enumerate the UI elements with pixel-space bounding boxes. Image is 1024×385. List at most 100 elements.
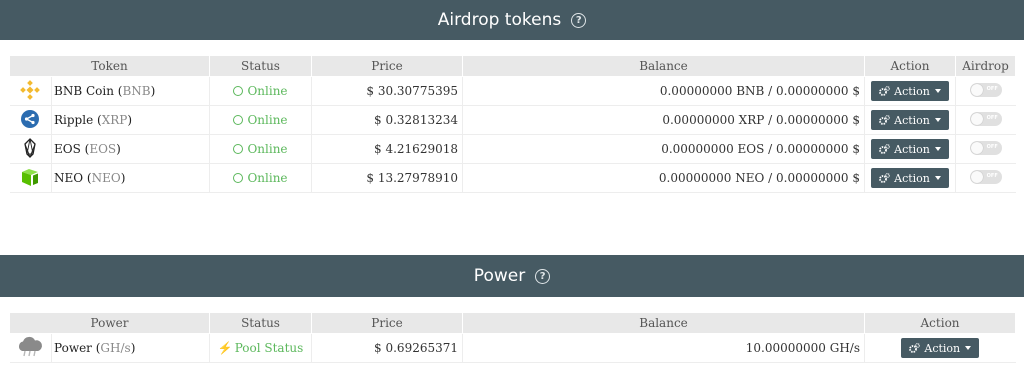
cogs-icon	[879, 115, 891, 125]
column-header-action: Action	[864, 312, 1017, 334]
status-text: Online	[247, 84, 288, 98]
power-name-cell: Power (GH/s)	[51, 333, 211, 363]
airdrop-tokens-table: Token Status Price Balance Action Airdro…	[9, 55, 1016, 193]
cogs-icon	[879, 173, 891, 183]
power-header: Power ?	[0, 255, 1024, 297]
balance-value: 0.00000000 EOS / 0.00000000 $	[462, 134, 865, 164]
token-symbol: EOS	[89, 142, 117, 156]
status-cell: Online	[209, 163, 312, 193]
action-button[interactable]: Action	[871, 110, 949, 130]
online-circle-icon	[233, 86, 244, 96]
toggle-label: OFF	[986, 143, 998, 150]
status-text: Online	[247, 113, 288, 127]
action-button[interactable]: Action	[901, 338, 980, 358]
power-unit: GH/s	[100, 341, 131, 355]
status-cell: Online	[209, 105, 312, 135]
column-header-price: Price	[311, 312, 464, 334]
price-value: $ 0.69265371	[311, 333, 464, 363]
table-header-row: Power Status Price Balance Action	[8, 312, 1017, 334]
toggle-label: OFF	[986, 172, 998, 179]
help-icon[interactable]: ?	[571, 12, 587, 28]
action-button-label: Action	[924, 341, 961, 355]
token-name-cell: BNB Coin (BNB)	[51, 76, 210, 106]
caret-down-icon	[934, 89, 941, 93]
bolt-icon: ⚡	[217, 341, 233, 355]
column-header-airdrop: Airdrop	[955, 55, 1016, 77]
status-cell: Online	[209, 134, 312, 164]
airdrop-toggle[interactable]: OFF	[969, 169, 1002, 184]
token-name-cell: Ripple (XRP)	[51, 105, 210, 135]
airdrop-tokens-title: Airdrop tokens	[437, 10, 562, 30]
column-header-power: Power	[8, 312, 211, 334]
help-icon[interactable]: ?	[535, 268, 551, 284]
column-header-action: Action	[864, 55, 956, 77]
caret-down-icon	[965, 346, 972, 350]
caret-down-icon	[934, 176, 941, 180]
status-text: Online	[247, 171, 288, 185]
toggle-knob	[970, 170, 983, 183]
table-row: NEO (NEO) Online $ 13.27978910 0.0000000…	[9, 163, 1016, 193]
binance-coin-icon	[20, 79, 41, 103]
token-name: Ripple	[54, 113, 94, 127]
action-button[interactable]: Action	[871, 139, 949, 159]
power-name: Power	[54, 341, 92, 355]
cogs-icon	[879, 144, 891, 154]
balance-value: 0.00000000 XRP / 0.00000000 $	[462, 105, 865, 135]
pool-status-text: Pool Status	[234, 341, 304, 355]
toggle-label: OFF	[986, 114, 998, 121]
power-table: Power Status Price Balance Action Power …	[8, 312, 1017, 363]
caret-down-icon	[934, 147, 941, 151]
price-value: $ 13.27978910	[311, 163, 463, 193]
balance-value: 10.00000000 GH/s	[462, 333, 866, 363]
airdrop-toggle[interactable]: OFF	[969, 82, 1002, 97]
toggle-knob	[970, 141, 983, 154]
action-button-label: Action	[894, 84, 930, 98]
token-name-cell: NEO (NEO)	[51, 163, 210, 193]
cogs-icon	[909, 343, 921, 353]
action-button[interactable]: Action	[871, 81, 949, 101]
balance-value: 0.00000000 NEO / 0.00000000 $	[462, 163, 865, 193]
table-header-row: Token Status Price Balance Action Airdro…	[9, 55, 1016, 77]
cloud-icon	[16, 336, 44, 361]
token-name: BNB Coin	[54, 84, 114, 98]
column-header-token: Token	[9, 55, 210, 77]
price-value: $ 4.21629018	[311, 134, 463, 164]
cogs-icon	[879, 86, 891, 96]
status-cell: Online	[209, 76, 312, 106]
token-symbol: BNB	[122, 84, 151, 98]
online-circle-icon	[233, 115, 244, 125]
balance-value: 0.00000000 BNB / 0.00000000 $	[462, 76, 865, 106]
table-row: Power (GH/s) ⚡ Pool Status $ 0.69265371 1…	[9, 333, 1016, 363]
column-header-status: Status	[209, 312, 313, 334]
column-header-status: Status	[209, 55, 312, 77]
action-button-label: Action	[894, 171, 930, 185]
airdrop-tokens-header: Airdrop tokens ?	[0, 0, 1024, 40]
token-name: EOS	[54, 142, 81, 156]
toggle-knob	[970, 83, 983, 96]
action-button[interactable]: Action	[871, 168, 949, 188]
power-title: Power	[473, 266, 526, 286]
column-header-balance: Balance	[462, 312, 866, 334]
online-circle-icon	[233, 144, 244, 154]
online-circle-icon	[233, 173, 244, 183]
toggle-knob	[970, 112, 983, 125]
price-value: $ 0.32813234	[311, 105, 463, 135]
pool-status-link[interactable]: ⚡ Pool Status	[209, 333, 313, 363]
table-row: EOS (EOS) Online $ 4.21629018 0.00000000…	[9, 134, 1016, 164]
token-symbol: XRP	[101, 113, 128, 127]
price-value: $ 30.30775395	[311, 76, 463, 106]
ripple-icon	[20, 109, 40, 132]
table-row: Ripple (XRP) Online $ 0.32813234 0.00000…	[9, 105, 1016, 135]
eos-icon	[20, 137, 40, 161]
status-text: Online	[247, 142, 288, 156]
toggle-label: OFF	[986, 85, 998, 92]
airdrop-toggle[interactable]: OFF	[969, 111, 1002, 126]
column-header-price: Price	[311, 55, 463, 77]
table-row: BNB Coin (BNB) Online $ 30.30775395 0.00…	[9, 76, 1016, 106]
token-name: NEO	[54, 171, 84, 185]
action-button-label: Action	[894, 142, 930, 156]
token-symbol: NEO	[91, 171, 121, 185]
column-header-balance: Balance	[462, 55, 865, 77]
neo-icon	[20, 168, 40, 190]
airdrop-toggle[interactable]: OFF	[969, 140, 1002, 155]
